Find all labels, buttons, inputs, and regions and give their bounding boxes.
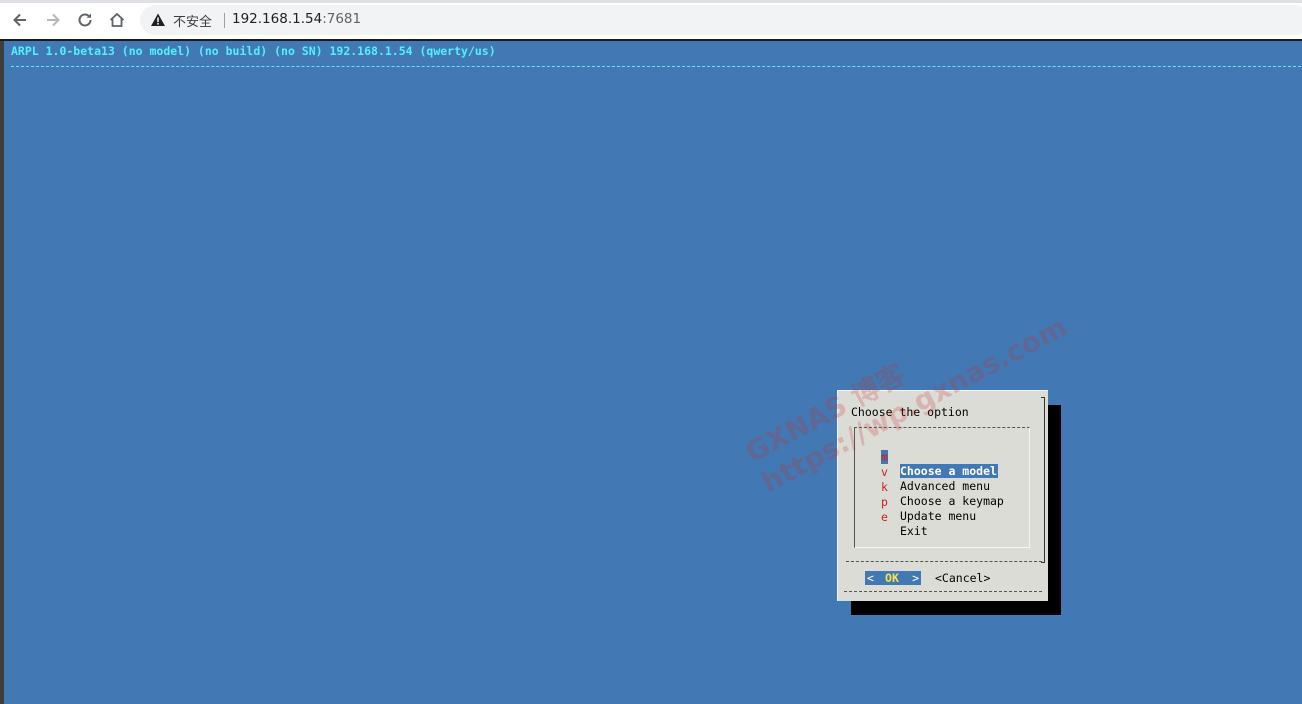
menu-item-label: Update menu (900, 509, 977, 523)
dialog-prompt: Choose the option (851, 405, 969, 419)
button-separator (846, 561, 1042, 562)
browser-toolbar: 不安全 192.168.1.54:7681 (0, 0, 1302, 40)
menu-item-update-menu[interactable]: p Update menu (855, 481, 976, 523)
menu-item-choose-model[interactable]: m Choose a model (855, 436, 998, 478)
reload-icon (78, 13, 92, 27)
menu-item-choose-keymap[interactable]: k Choose a keymap (855, 466, 1004, 508)
menu-item-label: Exit (900, 524, 928, 538)
back-arrow-icon (13, 13, 26, 27)
url-port: :7681 (322, 11, 362, 27)
menu-item-label: Advanced menu (900, 479, 991, 493)
ok-hotkey: O (885, 571, 892, 585)
cancel-button[interactable]: <Cancel> (935, 571, 990, 585)
ok-right-bracket: > (912, 571, 919, 585)
ok-button[interactable]: < OK > (865, 571, 921, 585)
not-secure-label[interactable]: 不安全 (173, 11, 212, 30)
menu-item-label: Choose a keymap (900, 494, 1004, 508)
ok-left-bracket: < (867, 571, 874, 585)
warning-icon[interactable] (150, 12, 166, 28)
menu-item-key: e (881, 510, 888, 524)
menu-item-advanced-menu[interactable]: v Advanced menu (855, 451, 990, 493)
dialog-right-border (1044, 397, 1045, 563)
tab-strip-edge (0, 0, 1302, 3)
url-host: 192.168.1.54 (232, 11, 323, 27)
dialog-corner-bottom (1041, 562, 1045, 563)
ok-label-rest: K (891, 571, 899, 585)
title-rule (11, 66, 1301, 67)
terminal-screen[interactable]: ARPL 1.0-beta13 (no model) (no build) (n… (4, 41, 1302, 704)
forward-arrow-icon (47, 13, 60, 27)
address-bar[interactable]: 不安全 192.168.1.54:7681 (140, 5, 1302, 35)
home-icon (109, 12, 125, 27)
home-button[interactable] (106, 9, 128, 31)
url-text[interactable]: 192.168.1.54:7681 (232, 11, 361, 27)
back-button[interactable] (9, 9, 31, 31)
menu-item-label: Choose a model (900, 464, 998, 478)
menu-dialog: Choose the option m Choose a model v Adv… (837, 390, 1048, 601)
ok-label: OK (885, 571, 899, 585)
terminal-title: ARPL 1.0-beta13 (no model) (no build) (n… (11, 44, 496, 58)
dialog-bottom-rule (844, 591, 1042, 592)
omnibox-divider (224, 13, 225, 28)
reload-button[interactable] (74, 9, 96, 31)
menu-item-exit[interactable]: e Exit (855, 496, 928, 538)
forward-button[interactable] (42, 9, 64, 31)
menu-list: m Choose a model v Advanced menu k Choos… (854, 427, 1030, 548)
dialog-corner-top (1041, 397, 1045, 398)
